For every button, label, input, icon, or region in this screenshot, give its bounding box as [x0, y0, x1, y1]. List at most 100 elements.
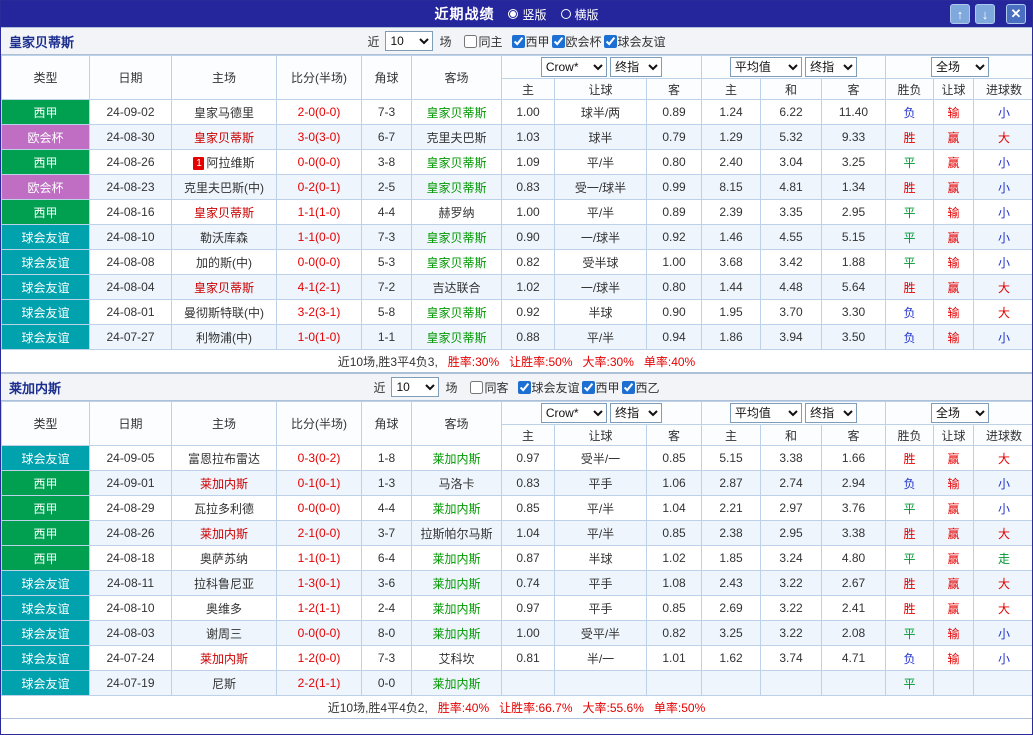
- home-team-link[interactable]: 拉科鲁尼亚: [194, 577, 254, 591]
- league-filter[interactable]: 西乙: [620, 379, 660, 396]
- league-filter[interactable]: 球会友谊: [602, 33, 666, 50]
- scroll-down-button[interactable]: ↓: [975, 4, 995, 24]
- match-count-select[interactable]: 10: [391, 377, 439, 397]
- same-venue-checkbox[interactable]: [470, 381, 483, 394]
- home-team-link[interactable]: 克里夫巴斯(中): [184, 181, 264, 195]
- score-cell[interactable]: 1-2(1-1): [277, 596, 362, 621]
- away-team-link[interactable]: 莱加内斯: [432, 577, 480, 591]
- league-cell[interactable]: 球会友谊: [2, 250, 90, 275]
- away-team-link[interactable]: 拉斯帕尔马斯: [420, 527, 492, 541]
- league-checkbox[interactable]: [518, 381, 531, 394]
- away-team-link[interactable]: 莱加内斯: [432, 552, 480, 566]
- away-team-link[interactable]: 皇家贝蒂斯: [426, 306, 486, 320]
- home-team-link[interactable]: 曼彻斯特联(中): [184, 306, 264, 320]
- away-team-link[interactable]: 皇家贝蒂斯: [426, 181, 486, 195]
- home-team-link[interactable]: 皇家贝蒂斯: [194, 281, 254, 295]
- match-count-select[interactable]: 10: [385, 31, 433, 51]
- layout-horizontal-radio[interactable]: 横版: [561, 6, 599, 23]
- away-team-link[interactable]: 吉达联合: [432, 281, 480, 295]
- score-cell[interactable]: 3-2(3-1): [277, 300, 362, 325]
- league-cell[interactable]: 球会友谊: [2, 571, 90, 596]
- league-cell[interactable]: 西甲: [2, 150, 90, 175]
- score-cell[interactable]: 0-1(0-1): [277, 471, 362, 496]
- home-team-link[interactable]: 加的斯(中): [196, 256, 252, 270]
- away-team-link[interactable]: 莱加内斯: [432, 502, 480, 516]
- away-team-link[interactable]: 莱加内斯: [432, 677, 480, 691]
- away-team-link[interactable]: 艾科坎: [438, 652, 474, 666]
- score-cell[interactable]: 2-2(1-1): [277, 671, 362, 696]
- away-team-link[interactable]: 莱加内斯: [432, 602, 480, 616]
- league-cell[interactable]: 球会友谊: [2, 446, 90, 471]
- score-cell[interactable]: 0-3(0-2): [277, 446, 362, 471]
- league-cell[interactable]: 欧会杯: [2, 175, 90, 200]
- home-team-link[interactable]: 皇家贝蒂斯: [194, 131, 254, 145]
- away-team-link[interactable]: 皇家贝蒂斯: [426, 256, 486, 270]
- close-button[interactable]: ✕: [1006, 4, 1026, 24]
- odds-stage-select[interactable]: 终指: [610, 57, 662, 77]
- full-match-select[interactable]: 全场: [931, 57, 989, 77]
- odds-stage-select[interactable]: 终指: [610, 403, 662, 423]
- home-team-link[interactable]: 皇家马德里: [194, 106, 254, 120]
- score-cell[interactable]: 0-0(0-0): [277, 621, 362, 646]
- avg-stage-select[interactable]: 终指: [805, 403, 857, 423]
- home-team-link[interactable]: 谢周三: [206, 627, 242, 641]
- league-filter[interactable]: 西甲: [580, 379, 620, 396]
- league-filter[interactable]: 球会友谊: [516, 379, 580, 396]
- league-cell[interactable]: 球会友谊: [2, 225, 90, 250]
- away-team-link[interactable]: 皇家贝蒂斯: [426, 331, 486, 345]
- score-cell[interactable]: 0-0(0-0): [277, 496, 362, 521]
- league-cell[interactable]: 西甲: [2, 546, 90, 571]
- league-cell[interactable]: 西甲: [2, 471, 90, 496]
- score-cell[interactable]: 1-1(0-1): [277, 546, 362, 571]
- bookmaker-select[interactable]: Crow*: [541, 403, 607, 423]
- score-cell[interactable]: 0-0(0-0): [277, 250, 362, 275]
- league-cell[interactable]: 欧会杯: [2, 125, 90, 150]
- league-cell[interactable]: 球会友谊: [2, 621, 90, 646]
- average-select[interactable]: 平均值: [730, 403, 802, 423]
- score-cell[interactable]: 1-3(0-1): [277, 571, 362, 596]
- league-checkbox[interactable]: [622, 381, 635, 394]
- score-cell[interactable]: 0-2(0-1): [277, 175, 362, 200]
- league-cell[interactable]: 球会友谊: [2, 300, 90, 325]
- home-team-link[interactable]: 莱加内斯: [200, 652, 248, 666]
- home-team-link[interactable]: 皇家贝蒂斯: [194, 206, 254, 220]
- score-cell[interactable]: 2-0(0-0): [277, 100, 362, 125]
- same-venue-filter[interactable]: 同主: [462, 33, 502, 50]
- same-venue-checkbox[interactable]: [464, 35, 477, 48]
- away-team-link[interactable]: 莱加内斯: [432, 627, 480, 641]
- home-team-link[interactable]: 富恩拉布雷达: [188, 452, 260, 466]
- home-team-link[interactable]: 阿拉维斯: [206, 156, 254, 170]
- away-team-link[interactable]: 皇家贝蒂斯: [426, 106, 486, 120]
- league-checkbox[interactable]: [582, 381, 595, 394]
- league-checkbox[interactable]: [512, 35, 525, 48]
- away-team-link[interactable]: 莱加内斯: [432, 452, 480, 466]
- home-team-link[interactable]: 奥萨苏纳: [200, 552, 248, 566]
- league-cell[interactable]: 西甲: [2, 521, 90, 546]
- score-cell[interactable]: 4-1(2-1): [277, 275, 362, 300]
- away-team-link[interactable]: 皇家贝蒂斯: [426, 156, 486, 170]
- avg-stage-select[interactable]: 终指: [805, 57, 857, 77]
- home-team-link[interactable]: 瓦拉多利德: [194, 502, 254, 516]
- away-team-link[interactable]: 赫罗纳: [438, 206, 474, 220]
- score-cell[interactable]: 0-0(0-0): [277, 150, 362, 175]
- score-cell[interactable]: 2-1(0-0): [277, 521, 362, 546]
- away-team-link[interactable]: 马洛卡: [438, 477, 474, 491]
- score-cell[interactable]: 1-2(0-0): [277, 646, 362, 671]
- league-checkbox[interactable]: [552, 35, 565, 48]
- home-team-link[interactable]: 莱加内斯: [200, 527, 248, 541]
- layout-vertical-radio[interactable]: 竖版: [508, 6, 546, 23]
- league-cell[interactable]: 西甲: [2, 100, 90, 125]
- home-team-link[interactable]: 利物浦(中): [196, 331, 252, 345]
- same-venue-filter[interactable]: 同客: [468, 379, 508, 396]
- away-team-link[interactable]: 皇家贝蒂斯: [426, 231, 486, 245]
- league-cell[interactable]: 球会友谊: [2, 646, 90, 671]
- full-match-select[interactable]: 全场: [931, 403, 989, 423]
- scroll-up-button[interactable]: ↑: [950, 4, 970, 24]
- score-cell[interactable]: 3-0(3-0): [277, 125, 362, 150]
- score-cell[interactable]: 1-1(0-0): [277, 225, 362, 250]
- average-select[interactable]: 平均值: [730, 57, 802, 77]
- home-team-link[interactable]: 尼斯: [212, 677, 236, 691]
- league-cell[interactable]: 球会友谊: [2, 596, 90, 621]
- score-cell[interactable]: 1-1(1-0): [277, 200, 362, 225]
- home-team-link[interactable]: 勒沃库森: [200, 231, 248, 245]
